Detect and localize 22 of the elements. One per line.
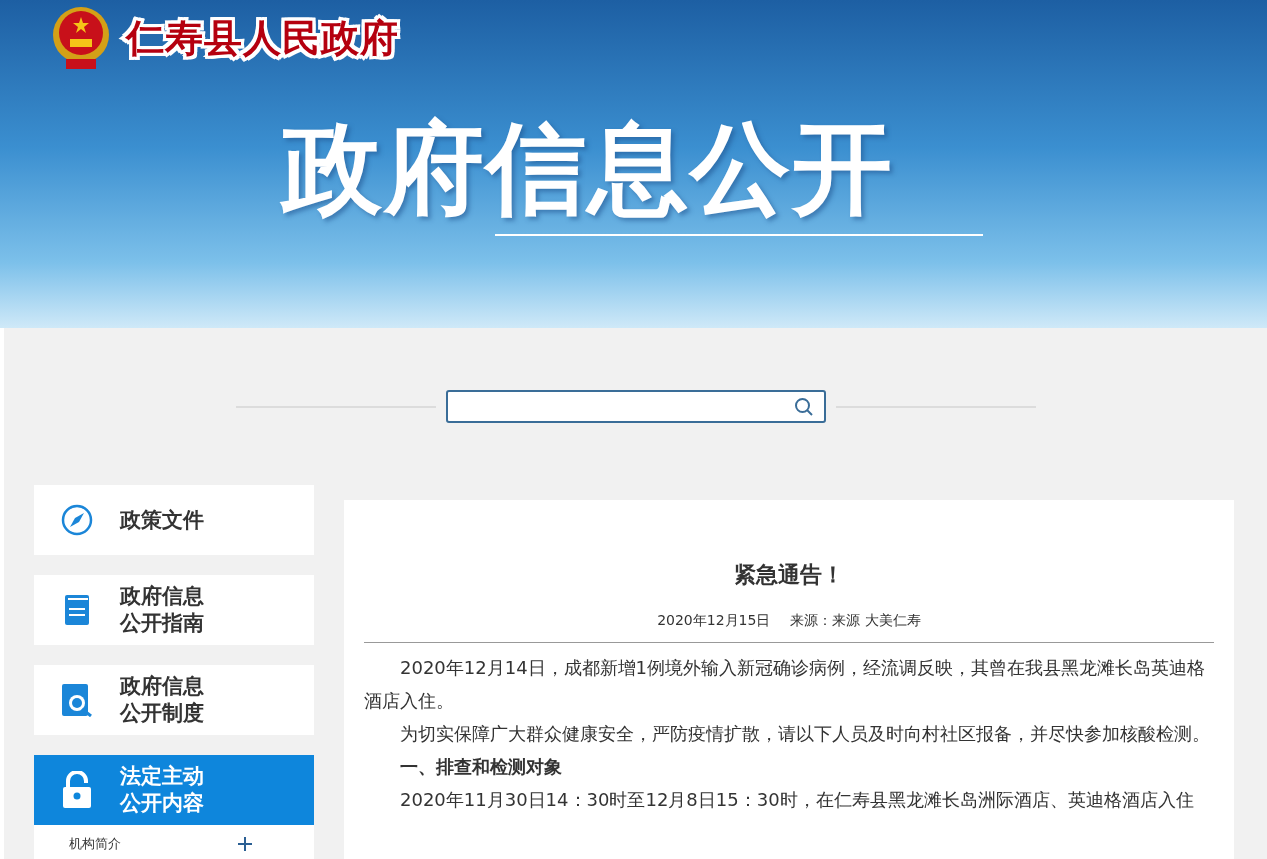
submenu-item[interactable]: 机构简介 [34, 825, 314, 859]
sidebar-item[interactable]: 政府信息公开指南 [34, 575, 314, 645]
article-title: 紧急通告！ [733, 561, 845, 589]
publish-date: 2020年12月15日 [657, 612, 771, 630]
document-search-icon [61, 683, 93, 717]
section-heading: 一、排查和检测对象 [399, 755, 563, 779]
banner-title: 政府信息公开 [282, 109, 894, 229]
sidebar-item[interactable]: 法定主动公开内容 [34, 755, 314, 825]
article-paragraph: 为切实保障广大群众健康安全，严防疫情扩散，请以下人员及时向村社区报备，并尽快参加核酸检测。 [399, 722, 1211, 746]
sidebar-item[interactable]: 政策文件 [34, 485, 314, 555]
article-paragraph: 2020年11月30日14：30时至12月8日15：30时，在仁寿县黑龙滩长岛洲际酒店、英迪格酒店入住 [399, 788, 1195, 812]
site-title: 仁寿县人民政府 [126, 14, 399, 62]
article-source: 来源：来源 大美仁寿 [790, 612, 921, 630]
compass-icon [60, 503, 94, 537]
submenu-label: 机构简介 [69, 835, 121, 853]
plus-icon[interactable] [238, 837, 252, 851]
unlocked-padlock-icon [62, 771, 92, 809]
search-icon[interactable] [793, 396, 814, 417]
book-icon [64, 594, 90, 626]
sidebar-item[interactable]: 政府信息公开制度 [34, 665, 314, 735]
search-field[interactable] [445, 390, 826, 423]
article-paragraph: 2020年12月14日，成都新增1例境外输入新冠确诊病例，经流调反映，其曾在我县黑龙滩长岛英迪格酒店入住。 [364, 656, 1207, 713]
